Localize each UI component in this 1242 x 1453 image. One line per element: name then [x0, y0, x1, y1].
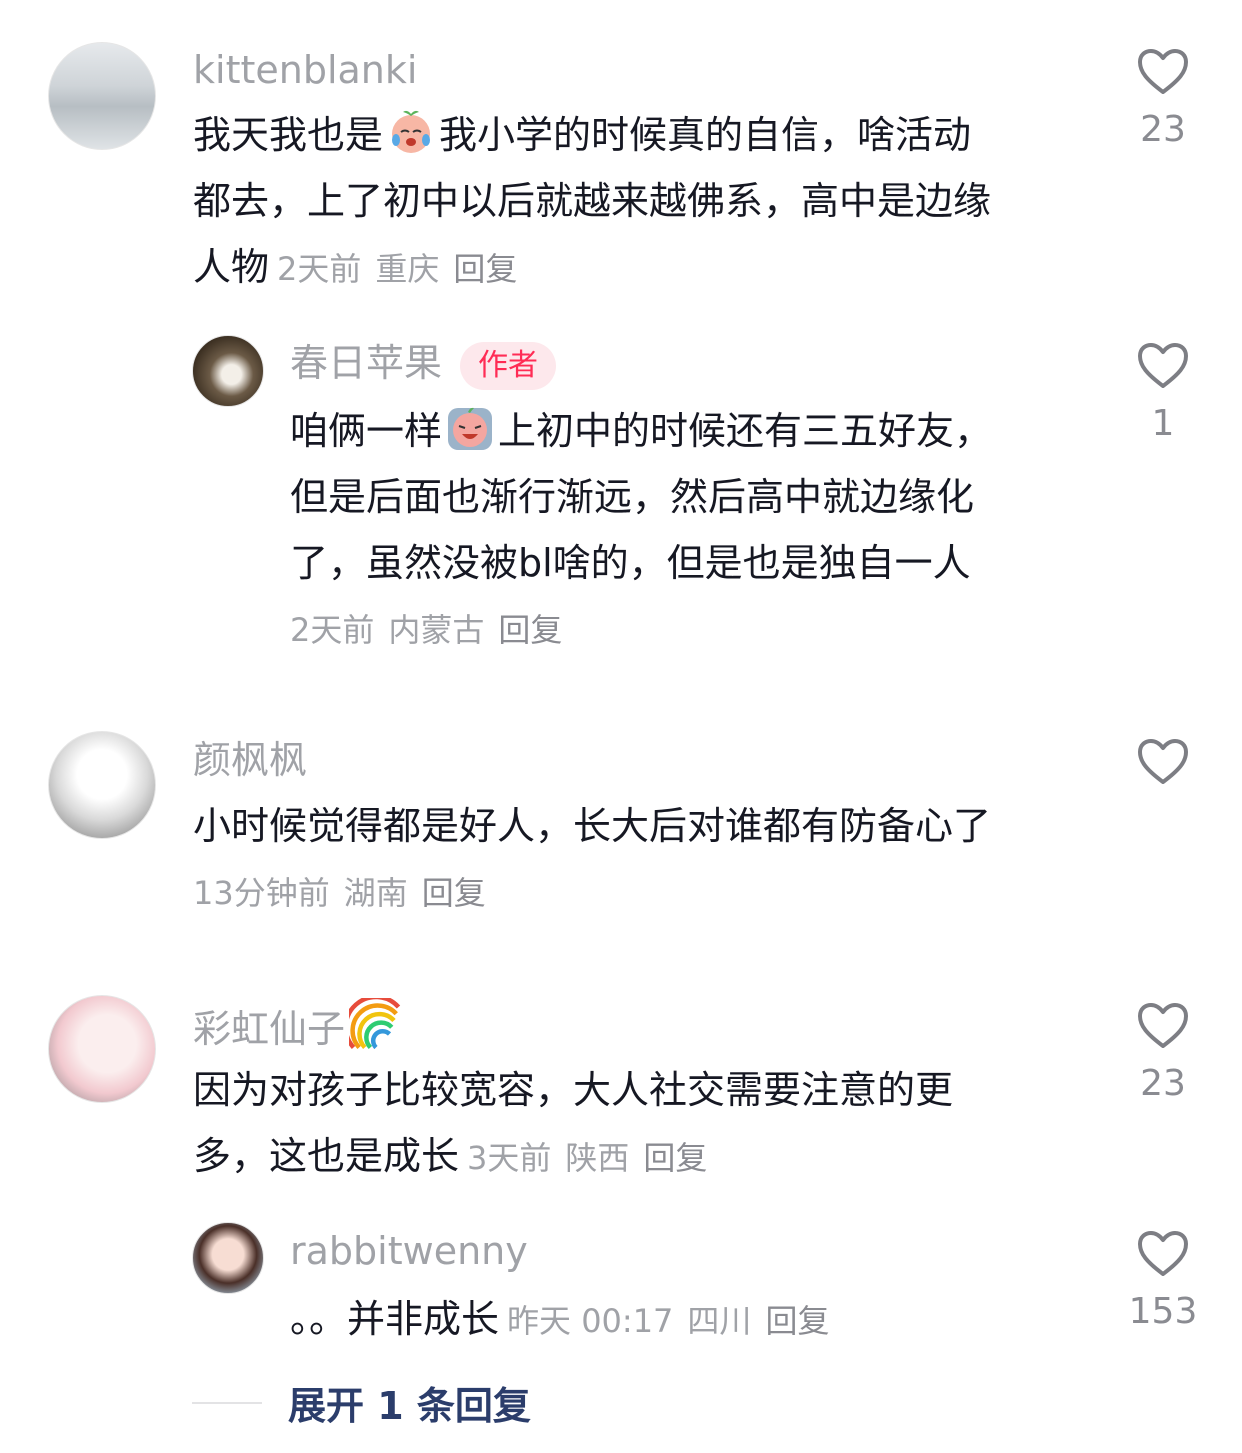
author-badge: 作者	[460, 341, 557, 390]
reply-username[interactable]: rabbitwenny	[290, 1226, 528, 1276]
reply-button[interactable]: 回复	[765, 1302, 829, 1340]
comment-text-part: 多，这也是成长	[193, 1134, 460, 1178]
reply-username-text[interactable]: 春日苹果	[290, 341, 442, 385]
avatar[interactable]	[192, 1222, 264, 1294]
like-button[interactable]	[1113, 738, 1213, 798]
reply-text-part: 上初中的时候还有三五好友，	[498, 409, 993, 453]
comment-username[interactable]: kittenblanki	[193, 45, 417, 95]
comment-text-line: 因为对孩子比较宽容，大人社交需要注意的更	[193, 1068, 954, 1112]
divider	[192, 1401, 262, 1404]
reply-meta: 昨天 00:17 四川 回复	[507, 1302, 843, 1340]
reply-location: 内蒙古	[388, 611, 485, 649]
comment-text-part: 人物	[193, 245, 270, 289]
comment-text: 小时候觉得都是好人，长大后对谁都有防备心了	[193, 793, 991, 859]
avatar[interactable]	[48, 42, 156, 150]
comment-text: 我天我也是 我小学的时候真的自信，啥活动 都去，上了初中以后就越来越佛系，高中是边…	[193, 102, 991, 300]
comment-time: 2天前	[277, 250, 362, 288]
reply-text: 咱俩一样 上初中的时候还有三五好友， 但是后面也渐行渐远，然后高中就边缘化 了，虽…	[290, 398, 992, 596]
crying-face-emoji	[392, 110, 431, 153]
like-button[interactable]: 1	[1113, 342, 1213, 446]
reply-button[interactable]: 回复	[498, 611, 562, 649]
comment-time: 3天前	[467, 1139, 552, 1177]
comment-username: 彩虹仙子	[193, 998, 407, 1054]
avatar[interactable]	[48, 995, 156, 1103]
rainbow-emoji	[349, 998, 401, 1050]
reply-time: 昨天 00:17	[507, 1302, 674, 1340]
comment-username[interactable]: 颜枫枫	[193, 735, 307, 785]
comment-username-text[interactable]: 彩虹仙子	[193, 1007, 345, 1051]
reply-username: 春日苹果 作者	[290, 338, 557, 390]
avatar[interactable]	[48, 731, 156, 839]
comment-text: 因为对孩子比较宽容，大人社交需要注意的更 多，这也是成长 3天前 陕西 回复	[193, 1057, 953, 1189]
heart-outline-icon	[1138, 1003, 1188, 1048]
reply-text-line: 但是后面也渐行渐远，然后高中就边缘化	[290, 475, 975, 519]
comment-meta: 3天前 陕西 回复	[467, 1139, 721, 1177]
comment-text-part: 我小学的时候真的自信，啥活动	[439, 113, 972, 157]
comment-text-part: 我天我也是	[193, 113, 384, 157]
reply-button[interactable]: 回复	[422, 874, 486, 912]
reply-location: 四川	[687, 1302, 752, 1340]
comment-text-line: 都去，上了初中以后就越来越佛系，高中是边缘	[193, 179, 992, 223]
expand-replies[interactable]: 展开 1 条回复	[192, 1375, 531, 1431]
heart-outline-icon	[1138, 1231, 1188, 1276]
like-button[interactable]: 23	[1113, 1002, 1213, 1106]
comment-location: 陕西	[565, 1139, 630, 1177]
comment-meta: 13分钟前 湖南 回复	[193, 868, 500, 918]
reply-text-line: 了，虽然没被bl啥的，但是也是独自一人	[290, 541, 971, 585]
comment-location: 湖南	[343, 874, 408, 912]
reply-text-part: 。。并非成长	[290, 1297, 500, 1341]
reply-text: 。。并非成长 昨天 00:17 四川 回复	[290, 1286, 843, 1352]
comment-meta: 2天前 重庆 回复	[277, 250, 531, 288]
heart-outline-icon	[1138, 49, 1188, 94]
like-count: 153	[1128, 1291, 1198, 1332]
comment-text-line: 小时候觉得都是好人，长大后对谁都有防备心了	[193, 804, 992, 848]
like-count: 1	[1151, 403, 1175, 444]
like-count: 23	[1140, 109, 1186, 150]
avatar[interactable]	[192, 335, 264, 407]
like-button[interactable]: 153	[1113, 1230, 1213, 1334]
reply-button[interactable]: 回复	[643, 1139, 707, 1177]
sobbing-face-emoji	[448, 407, 493, 450]
like-button[interactable]: 23	[1113, 48, 1213, 152]
reply-button[interactable]: 回复	[453, 250, 517, 288]
reply-time: 2天前	[290, 611, 375, 649]
comment-location: 重庆	[375, 250, 440, 288]
reply-text-part: 咱俩一样	[290, 409, 443, 453]
comment-time: 13分钟前	[193, 874, 330, 912]
heart-outline-icon	[1138, 739, 1188, 784]
heart-outline-icon	[1138, 343, 1188, 388]
like-count: 23	[1140, 1063, 1186, 1104]
expand-replies-label[interactable]: 展开 1 条回复	[288, 1375, 531, 1430]
reply-meta: 2天前 内蒙古 回复	[290, 605, 576, 655]
